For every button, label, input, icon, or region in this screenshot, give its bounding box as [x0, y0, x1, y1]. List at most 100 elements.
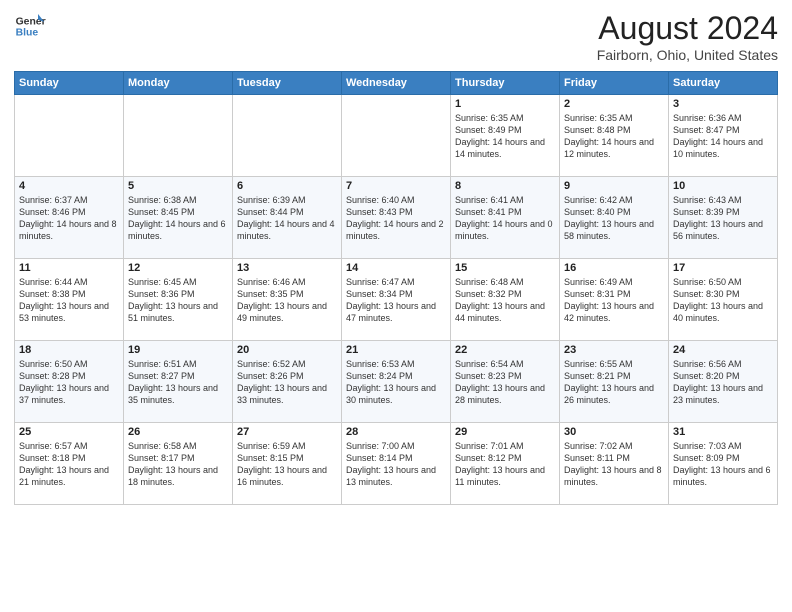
calendar-cell: 6 Sunrise: 6:39 AM Sunset: 8:44 PM Daylig…	[233, 177, 342, 259]
day-info: Sunrise: 6:44 AM Sunset: 8:38 PM Dayligh…	[19, 276, 119, 325]
calendar-header-saturday: Saturday	[669, 72, 778, 95]
calendar-cell: 2Sunrise: 6:35 AM Sunset: 8:48 PM Daylig…	[560, 95, 669, 177]
calendar-week-1: 1 Sunrise: 6:35 AM Sunset: 8:49 PM Daylig…	[15, 95, 778, 177]
day-number: 26	[128, 426, 228, 438]
day-number: 5	[128, 180, 228, 192]
day-number: 10	[673, 180, 773, 192]
calendar-cell	[342, 95, 451, 177]
day-info: Sunrise: 6:50 AM Sunset: 8:28 PM Dayligh…	[19, 358, 119, 407]
day-info: Sunrise: 6:55 AM Sunset: 8:21 PM Dayligh…	[564, 358, 664, 407]
calendar-header-tuesday: Tuesday	[233, 72, 342, 95]
page-header: General Blue August 2024 Fairborn, Ohio,…	[14, 10, 778, 63]
day-info: Sunrise: 7:01 AM Sunset: 8:12 PM Dayligh…	[455, 440, 555, 489]
day-number: 28	[346, 426, 446, 438]
day-info: Sunrise: 6:35 AM Sunset: 8:49 PM Dayligh…	[455, 112, 555, 161]
calendar-cell: 26 Sunrise: 6:58 AM Sunset: 8:17 PM Dayli…	[124, 423, 233, 505]
day-info: Sunrise: 6:38 AM Sunset: 8:45 PM Dayligh…	[128, 194, 228, 243]
day-info: Sunrise: 6:59 AM Sunset: 8:15 PM Dayligh…	[237, 440, 337, 489]
svg-text:General: General	[16, 16, 46, 27]
calendar-cell	[233, 95, 342, 177]
calendar-cell: 5 Sunrise: 6:38 AM Sunset: 8:45 PM Daylig…	[124, 177, 233, 259]
day-info: Sunrise: 6:49 AM Sunset: 8:31 PM Dayligh…	[564, 276, 664, 325]
calendar-cell: 28Sunrise: 7:00 AM Sunset: 8:14 PM Dayli…	[342, 423, 451, 505]
calendar-cell: 31Sunrise: 7:03 AM Sunset: 8:09 PM Dayli…	[669, 423, 778, 505]
calendar-cell	[15, 95, 124, 177]
day-info: Sunrise: 6:50 AM Sunset: 8:30 PM Dayligh…	[673, 276, 773, 325]
day-number: 15	[455, 262, 555, 274]
day-info: Sunrise: 6:58 AM Sunset: 8:17 PM Dayligh…	[128, 440, 228, 489]
day-number: 7	[346, 180, 446, 192]
day-number: 23	[564, 344, 664, 356]
day-number: 22	[455, 344, 555, 356]
day-number: 3	[673, 98, 773, 110]
day-info: Sunrise: 7:03 AM Sunset: 8:09 PM Dayligh…	[673, 440, 773, 489]
calendar-cell	[124, 95, 233, 177]
logo-icon: General Blue	[14, 10, 46, 42]
day-number: 12	[128, 262, 228, 274]
day-info: Sunrise: 6:46 AM Sunset: 8:35 PM Dayligh…	[237, 276, 337, 325]
calendar-cell: 17Sunrise: 6:50 AM Sunset: 8:30 PM Dayli…	[669, 259, 778, 341]
day-info: Sunrise: 7:02 AM Sunset: 8:11 PM Dayligh…	[564, 440, 664, 489]
day-info: Sunrise: 6:47 AM Sunset: 8:34 PM Dayligh…	[346, 276, 446, 325]
logo: General Blue	[14, 10, 46, 42]
day-info: Sunrise: 6:57 AM Sunset: 8:18 PM Dayligh…	[19, 440, 119, 489]
page-container: General Blue August 2024 Fairborn, Ohio,…	[0, 0, 792, 612]
day-number: 4	[19, 180, 119, 192]
calendar-cell: 13 Sunrise: 6:46 AM Sunset: 8:35 PM Dayli…	[233, 259, 342, 341]
day-info: Sunrise: 6:41 AM Sunset: 8:41 PM Dayligh…	[455, 194, 555, 243]
calendar-header-sunday: Sunday	[15, 72, 124, 95]
calendar-cell: 22 Sunrise: 6:54 AM Sunset: 8:23 PM Dayli…	[451, 341, 560, 423]
day-info: Sunrise: 6:48 AM Sunset: 8:32 PM Dayligh…	[455, 276, 555, 325]
calendar-cell: 12 Sunrise: 6:45 AM Sunset: 8:36 PM Dayli…	[124, 259, 233, 341]
calendar-header-friday: Friday	[560, 72, 669, 95]
day-number: 29	[455, 426, 555, 438]
day-number: 8	[455, 180, 555, 192]
calendar-header-thursday: Thursday	[451, 72, 560, 95]
day-number: 1	[455, 98, 555, 110]
calendar-cell: 19 Sunrise: 6:51 AM Sunset: 8:27 PM Dayli…	[124, 341, 233, 423]
day-number: 9	[564, 180, 664, 192]
day-info: Sunrise: 6:52 AM Sunset: 8:26 PM Dayligh…	[237, 358, 337, 407]
calendar-cell: 30Sunrise: 7:02 AM Sunset: 8:11 PM Dayli…	[560, 423, 669, 505]
day-number: 24	[673, 344, 773, 356]
calendar-cell: 20 Sunrise: 6:52 AM Sunset: 8:26 PM Dayli…	[233, 341, 342, 423]
calendar-cell: 8 Sunrise: 6:41 AM Sunset: 8:41 PM Daylig…	[451, 177, 560, 259]
calendar-cell: 16 Sunrise: 6:49 AM Sunset: 8:31 PM Dayli…	[560, 259, 669, 341]
day-number: 16	[564, 262, 664, 274]
calendar-cell: 10 Sunrise: 6:43 AM Sunset: 8:39 PM Dayli…	[669, 177, 778, 259]
calendar-cell: 23 Sunrise: 6:55 AM Sunset: 8:21 PM Dayli…	[560, 341, 669, 423]
day-info: Sunrise: 6:39 AM Sunset: 8:44 PM Dayligh…	[237, 194, 337, 243]
calendar-cell: 1 Sunrise: 6:35 AM Sunset: 8:49 PM Daylig…	[451, 95, 560, 177]
calendar-table: SundayMondayTuesdayWednesdayThursdayFrid…	[14, 71, 778, 505]
day-info: Sunrise: 6:37 AM Sunset: 8:46 PM Dayligh…	[19, 194, 119, 243]
day-number: 11	[19, 262, 119, 274]
calendar-cell: 3Sunrise: 6:36 AM Sunset: 8:47 PM Daylig…	[669, 95, 778, 177]
calendar-week-3: 11 Sunrise: 6:44 AM Sunset: 8:38 PM Dayli…	[15, 259, 778, 341]
day-number: 18	[19, 344, 119, 356]
day-number: 13	[237, 262, 337, 274]
calendar-cell: 7Sunrise: 6:40 AM Sunset: 8:43 PM Daylig…	[342, 177, 451, 259]
calendar-header-monday: Monday	[124, 72, 233, 95]
day-number: 25	[19, 426, 119, 438]
calendar-cell: 29 Sunrise: 7:01 AM Sunset: 8:12 PM Dayli…	[451, 423, 560, 505]
day-info: Sunrise: 6:43 AM Sunset: 8:39 PM Dayligh…	[673, 194, 773, 243]
day-number: 27	[237, 426, 337, 438]
day-info: Sunrise: 6:53 AM Sunset: 8:24 PM Dayligh…	[346, 358, 446, 407]
day-number: 19	[128, 344, 228, 356]
calendar-cell: 4 Sunrise: 6:37 AM Sunset: 8:46 PM Daylig…	[15, 177, 124, 259]
day-number: 20	[237, 344, 337, 356]
calendar-header-row: SundayMondayTuesdayWednesdayThursdayFrid…	[15, 72, 778, 95]
day-info: Sunrise: 6:54 AM Sunset: 8:23 PM Dayligh…	[455, 358, 555, 407]
calendar-cell: 14Sunrise: 6:47 AM Sunset: 8:34 PM Dayli…	[342, 259, 451, 341]
day-number: 6	[237, 180, 337, 192]
day-info: Sunrise: 6:42 AM Sunset: 8:40 PM Dayligh…	[564, 194, 664, 243]
day-info: Sunrise: 6:35 AM Sunset: 8:48 PM Dayligh…	[564, 112, 664, 161]
title-block: August 2024 Fairborn, Ohio, United State…	[597, 10, 778, 63]
day-info: Sunrise: 6:56 AM Sunset: 8:20 PM Dayligh…	[673, 358, 773, 407]
calendar-cell: 18 Sunrise: 6:50 AM Sunset: 8:28 PM Dayli…	[15, 341, 124, 423]
calendar-cell: 15 Sunrise: 6:48 AM Sunset: 8:32 PM Dayli…	[451, 259, 560, 341]
day-info: Sunrise: 6:51 AM Sunset: 8:27 PM Dayligh…	[128, 358, 228, 407]
day-info: Sunrise: 6:45 AM Sunset: 8:36 PM Dayligh…	[128, 276, 228, 325]
calendar-cell: 24 Sunrise: 6:56 AM Sunset: 8:20 PM Dayli…	[669, 341, 778, 423]
calendar-cell: 11 Sunrise: 6:44 AM Sunset: 8:38 PM Dayli…	[15, 259, 124, 341]
